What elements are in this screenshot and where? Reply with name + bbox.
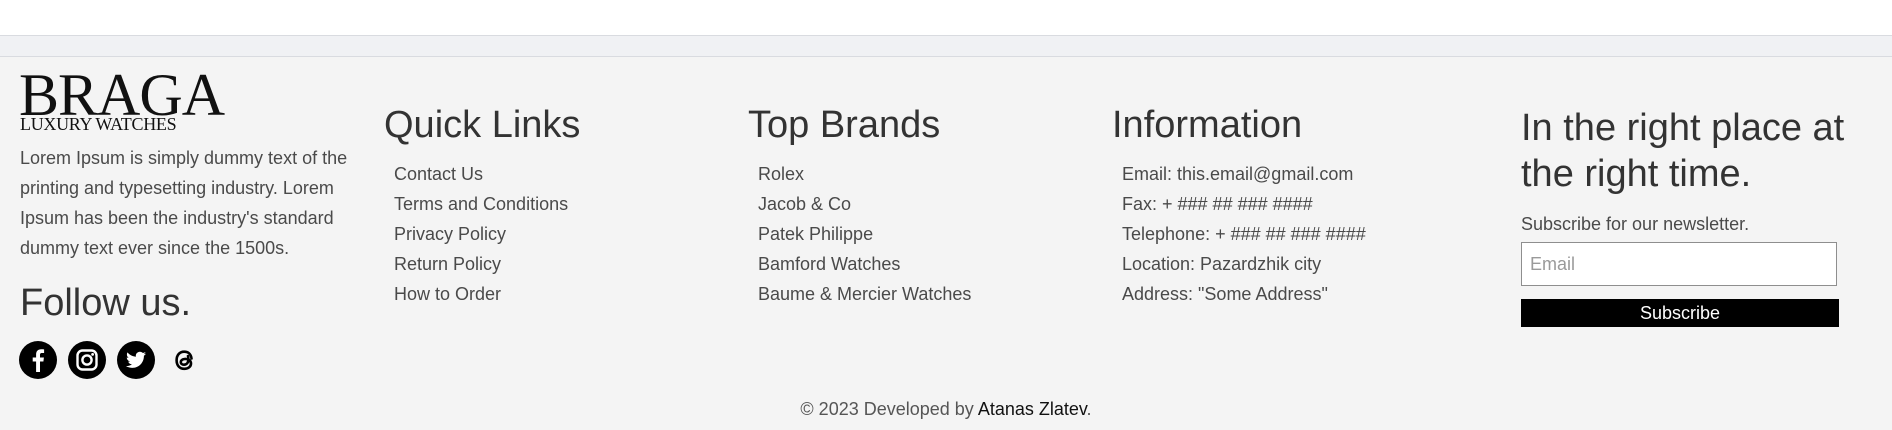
about-text: Lorem Ipsum is simply dummy text of the … <box>20 148 348 258</box>
brand-link-baume-mercier[interactable]: Baume & Mercier Watches <box>758 279 971 309</box>
top-bar <box>0 0 1892 36</box>
subscribe-button[interactable]: Subscribe <box>1521 299 1839 327</box>
top-brands-list: Rolex Jacob & Co Patek Philippe Bamford … <box>758 159 971 309</box>
logo-subtitle: LUXURY WATCHES <box>20 114 177 134</box>
newsletter-email-input[interactable] <box>1521 242 1837 286</box>
facebook-icon[interactable] <box>19 341 57 379</box>
info-address: Address: "Some Address" <box>1122 284 1328 304</box>
newsletter-label: Subscribe for our newsletter. <box>1521 214 1750 234</box>
info-telephone: Telephone: + ### ## ### #### <box>1122 224 1366 244</box>
threads-icon[interactable] <box>166 341 204 379</box>
follow-heading: Follow us. <box>20 282 192 324</box>
copyright-author-link[interactable]: Atanas Zlatev <box>978 399 1087 419</box>
info-email: Email: this.email@gmail.com <box>1122 164 1354 184</box>
brand-link-rolex[interactable]: Rolex <box>758 159 971 189</box>
top-brands-heading: Top Brands <box>748 104 941 146</box>
quick-link-privacy-policy[interactable]: Privacy Policy <box>394 219 568 249</box>
quick-links-list: Contact Us Terms and Conditions Privacy … <box>394 159 568 309</box>
information-list: Email: this.email@gmail.com Fax: + ### #… <box>1122 159 1366 309</box>
quick-link-terms[interactable]: Terms and Conditions <box>394 189 568 219</box>
brand-link-patek-philippe[interactable]: Patek Philippe <box>758 219 971 249</box>
divider-band <box>0 36 1892 57</box>
quick-link-how-to-order[interactable]: How to Order <box>394 279 568 309</box>
newsletter-tagline: In the right place at the right time. <box>1521 107 1845 195</box>
quick-links-heading: Quick Links <box>384 104 581 146</box>
information-heading: Information <box>1112 104 1303 146</box>
quick-link-return-policy[interactable]: Return Policy <box>394 249 568 279</box>
brand-link-bamford[interactable]: Bamford Watches <box>758 249 971 279</box>
copyright-prefix: © 2023 Developed by <box>800 399 978 419</box>
quick-link-contact-us[interactable]: Contact Us <box>394 159 568 189</box>
instagram-icon[interactable] <box>68 341 106 379</box>
social-links <box>19 341 204 379</box>
info-fax: Fax: + ### ## ### #### <box>1122 194 1313 214</box>
copyright: © 2023 Developed by Atanas Zlatev. <box>0 397 1892 421</box>
site-footer: BRAGA LUXURY WATCHES Lorem Ipsum is simp… <box>0 57 1892 430</box>
copyright-suffix: . <box>1086 399 1092 419</box>
info-location: Location: Pazardzhik city <box>1122 254 1322 274</box>
twitter-icon[interactable] <box>117 341 155 379</box>
brand-link-jacob-co[interactable]: Jacob & Co <box>758 189 971 219</box>
